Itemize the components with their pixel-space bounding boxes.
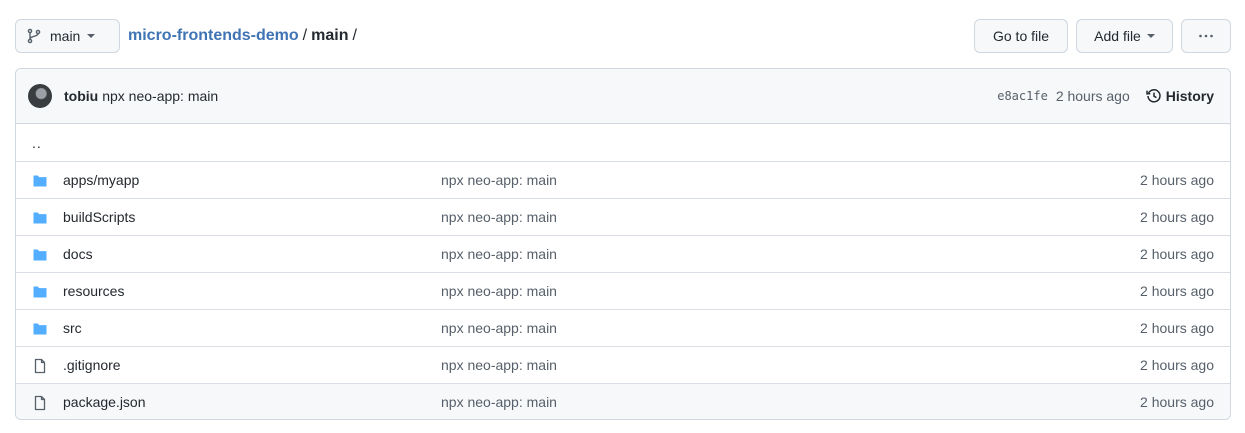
folder-icon	[32, 173, 48, 189]
file-name-link[interactable]: docs	[63, 246, 93, 262]
file-name-link[interactable]: .gitignore	[63, 357, 121, 373]
file-commit-time: 2 hours ago	[1140, 283, 1214, 299]
add-file-label: Add file	[1094, 28, 1141, 44]
caret-down-icon	[1146, 34, 1155, 38]
folder-icon	[32, 321, 48, 337]
file-commit-message[interactable]: npx neo-app: main	[441, 246, 557, 262]
file-name-text: src	[63, 320, 82, 336]
folder-icon	[32, 284, 48, 300]
file-name-link[interactable]: buildScripts	[63, 209, 135, 225]
file-name-link[interactable]: src	[63, 320, 82, 336]
file-list-box: tobiu npx neo-app: main e8ac1fe 2 hours …	[15, 68, 1231, 420]
file-commit-time: 2 hours ago	[1140, 172, 1214, 188]
file-row[interactable]: buildScripts npx neo-app: main 2 hours ago	[16, 198, 1230, 235]
file-navigation: main micro-frontends-demo / main / Go to…	[15, 19, 1231, 53]
go-to-file-label: Go to file	[992, 28, 1050, 44]
commit-author[interactable]: tobiu	[64, 88, 98, 104]
file-icon	[32, 358, 48, 374]
file-icon	[32, 395, 48, 411]
file-name-text: buildScripts	[63, 209, 136, 225]
file-name-text: docs	[63, 246, 93, 262]
file-row[interactable]: apps/myapp npx neo-app: main 2 hours ago	[16, 161, 1230, 198]
file-commit-message[interactable]: npx neo-app: main	[441, 209, 557, 225]
file-name-link[interactable]: apps/myapp	[63, 172, 139, 188]
commit-time: 2 hours ago	[1055, 88, 1130, 104]
file-commit-message[interactable]: npx neo-app: main	[441, 172, 557, 188]
commit-message[interactable]: npx neo-app: main	[102, 88, 218, 104]
avatar[interactable]	[28, 84, 52, 108]
file-commit-time: 2 hours ago	[1140, 357, 1214, 373]
history-label: History	[1165, 88, 1214, 104]
file-row[interactable]: src npx neo-app: main 2 hours ago	[16, 309, 1230, 346]
history-link[interactable]: History	[1146, 88, 1214, 104]
file-row[interactable]: package.json npx neo-app: main 2 hours ago	[16, 383, 1230, 419]
file-commit-time: 2 hours ago	[1140, 209, 1214, 225]
folder-icon	[32, 247, 48, 263]
commit-sha[interactable]: e8ac1fe	[997, 89, 1048, 103]
file-commit-time: 2 hours ago	[1140, 394, 1214, 410]
caret-down-icon	[87, 34, 96, 38]
branch-select-button[interactable]: main	[15, 19, 120, 53]
file-commit-time: 2 hours ago	[1140, 246, 1214, 262]
file-name-text: package.json	[63, 394, 146, 410]
commit-meta: e8ac1fe 2 hours ago History	[997, 69, 1214, 123]
breadcrumb: micro-frontends-demo / main /	[128, 19, 361, 53]
more-options-button[interactable]	[1181, 19, 1231, 53]
file-commit-message[interactable]: npx neo-app: main	[441, 357, 557, 373]
file-commit-message[interactable]: npx neo-app: main	[441, 283, 557, 299]
file-row[interactable]: .gitignore npx neo-app: main 2 hours ago	[16, 346, 1230, 383]
breadcrumb-repo-link[interactable]: micro-frontends-demo	[128, 27, 299, 45]
add-file-button[interactable]: Add file	[1076, 19, 1173, 53]
breadcrumb-separator: /	[302, 27, 308, 44]
git-branch-icon	[27, 28, 41, 44]
file-commit-message[interactable]: npx neo-app: main	[441, 394, 557, 410]
file-name-link[interactable]: package.json	[63, 394, 146, 410]
kebab-horizontal-icon	[1199, 34, 1213, 38]
file-commit-time: 2 hours ago	[1140, 320, 1214, 336]
file-row[interactable]: docs npx neo-app: main 2 hours ago	[16, 235, 1230, 272]
file-commit-message[interactable]: npx neo-app: main	[441, 320, 557, 336]
file-name-text: myapp	[97, 172, 140, 188]
history-icon	[1146, 89, 1161, 103]
file-row[interactable]: resources npx neo-app: main 2 hours ago	[16, 272, 1230, 309]
go-to-file-button[interactable]: Go to file	[974, 19, 1068, 53]
parent-directory-row[interactable]: ..	[16, 124, 1230, 161]
latest-commit-bar: tobiu npx neo-app: main e8ac1fe 2 hours …	[16, 69, 1230, 124]
branch-name: main	[50, 28, 81, 44]
file-name-link[interactable]: resources	[63, 283, 124, 299]
breadcrumb-separator: /	[352, 27, 357, 44]
breadcrumb-current-path: main	[311, 27, 349, 44]
file-name-prefix: apps/	[63, 172, 98, 188]
file-name-text: .gitignore	[63, 357, 121, 373]
file-rows: apps/myapp npx neo-app: main 2 hours ago bu…	[16, 161, 1230, 419]
parent-directory-link[interactable]: ..	[16, 135, 42, 151]
folder-icon	[32, 210, 48, 226]
file-name-text: resources	[63, 283, 125, 299]
